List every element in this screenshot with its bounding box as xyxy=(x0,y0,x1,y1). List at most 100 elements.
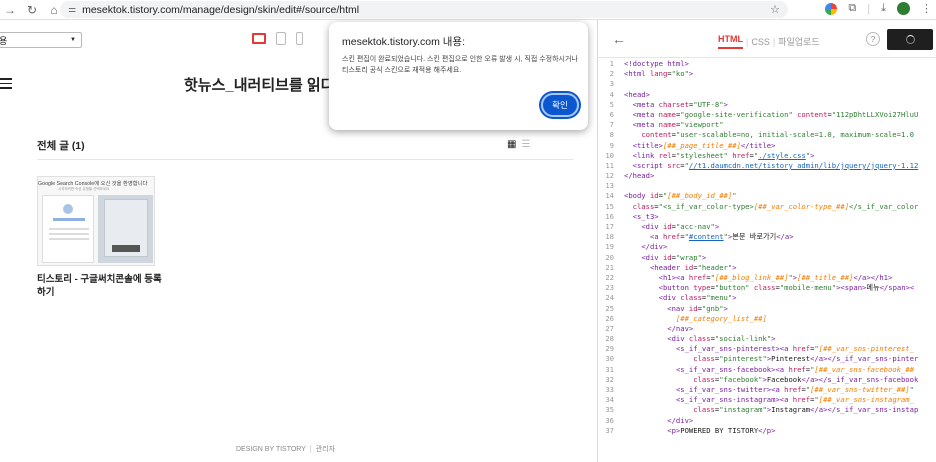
blog-footer: DESIGN BY TISTORY | 관리자 xyxy=(236,446,336,453)
line-number: 14 xyxy=(605,191,614,201)
code-line[interactable]: 17 <div id="acc-nav"> xyxy=(598,222,936,232)
code-line[interactable]: 2 <html lang="ko"> xyxy=(598,69,936,79)
code-text: content="user-scalable=no, initial-scale… xyxy=(641,130,914,140)
editor-toolbar: ← HTML | CSS | 파일업로드 ? xyxy=(598,20,936,58)
download-icon[interactable]: ⤓ xyxy=(881,2,886,15)
code-line[interactable]: 7 <meta name="viewport" xyxy=(598,120,936,130)
list-view-icon[interactable]: ☰ xyxy=(521,139,530,150)
code-line[interactable]: 10 <link rel="stylesheet" href="./style.… xyxy=(598,151,936,161)
tab-separator: | xyxy=(772,36,776,47)
back-arrow-icon[interactable]: ← xyxy=(612,31,626,47)
code-line[interactable]: 15 class="<s_if_var_color-type>[##_var_c… xyxy=(598,202,936,212)
post-title-link[interactable]: 티스토리 - 구글써치콘솔에 등록하기 xyxy=(37,273,165,299)
code-line[interactable]: 23 <button type="button" class="mobile-m… xyxy=(598,283,936,293)
help-button[interactable]: ? xyxy=(866,32,880,46)
code-line[interactable]: 36 </div> xyxy=(598,416,936,426)
footer-admin-link[interactable]: 관리자 xyxy=(316,446,335,453)
code-text: class="facebook">Facebook</a></s_if_var_… xyxy=(693,374,919,384)
code-text: <button type="button" class="mobile-menu… xyxy=(658,283,915,293)
divider xyxy=(37,159,573,160)
url-text: mesektok.tistory.com/manage/design/skin/… xyxy=(82,3,360,16)
code-text: <title>[##_page_title_##]</title> xyxy=(632,140,776,150)
code-line[interactable]: 5 <meta charset="UTF-8"> xyxy=(598,100,936,110)
code-text: <body id="[##_body_id_##]" xyxy=(624,191,737,201)
line-number: 4 xyxy=(609,89,614,99)
code-line[interactable]: 3 xyxy=(598,79,936,89)
code-text: <meta name="viewport" xyxy=(632,120,724,130)
code-text: <script src="//t1.daumcdn.net/tistory_ad… xyxy=(632,160,919,170)
code-text: class="<s_if_var_color-type>[##_var_colo… xyxy=(632,201,919,211)
code-text: <s_if_var_sns-instagram><a href="[##_var… xyxy=(675,395,914,405)
forward-icon[interactable]: → xyxy=(2,3,18,17)
site-info-icon[interactable]: ⚌ xyxy=(68,4,76,15)
code-text: </div> xyxy=(641,242,668,252)
tab-separator: | xyxy=(746,36,749,47)
line-number: 5 xyxy=(609,99,614,109)
code-line[interactable]: 14 <body id="[##_body_id_##]" xyxy=(598,191,936,201)
grid-view-icon[interactable]: ▦ xyxy=(507,139,516,150)
preview-select[interactable]: 용 ▼ xyxy=(0,32,82,48)
code-line[interactable]: 25 <nav id="gnb"> xyxy=(598,304,936,314)
tab-css[interactable]: CSS xyxy=(751,37,770,47)
profile-avatar[interactable] xyxy=(897,2,910,15)
line-number: 19 xyxy=(605,242,614,252)
apply-button[interactable] xyxy=(887,29,933,50)
code-line[interactable]: 28 <div class="social-link"> xyxy=(598,334,936,344)
chrome-extension-icon[interactable] xyxy=(825,2,838,15)
code-line[interactable]: 6 <meta name="google-site-verification" … xyxy=(598,110,936,120)
code-text: <div class="social-link"> xyxy=(667,334,776,344)
extensions-puzzle-icon[interactable]: ⧉ xyxy=(848,2,856,15)
mobile-view-icon[interactable] xyxy=(296,32,303,45)
post-thumbnail[interactable]: Google Search Console에 오신 것을 환영합니다 시작하려면… xyxy=(37,176,155,266)
code-text: <div id="acc-nav"> xyxy=(641,222,720,231)
code-line[interactable]: 30 class="pinterest">Pinterest</a></s_if… xyxy=(598,354,936,364)
code-line[interactable]: 27 </nav> xyxy=(598,324,936,334)
thumbnail-caption: Google Search Console에 오신 것을 환영합니다 xyxy=(38,181,148,187)
code-line[interactable]: 24 <div class="menu"> xyxy=(598,293,936,303)
code-line[interactable]: 26 [##_category_list_##] xyxy=(598,314,936,324)
line-number: 9 xyxy=(609,140,614,150)
tablet-view-icon[interactable] xyxy=(276,32,286,45)
code-line[interactable]: 18 <a href="#content">본문 바로가기</a> xyxy=(598,232,936,242)
line-number: 32 xyxy=(605,374,614,384)
code-line[interactable]: 20 <div id="wrap"> xyxy=(598,253,936,263)
code-line[interactable]: 4 <head> xyxy=(598,90,936,100)
code-line[interactable]: 11 <script src="//t1.daumcdn.net/tistory… xyxy=(598,161,936,171)
thumbnail-right-card xyxy=(98,195,153,263)
line-number: 7 xyxy=(609,120,614,130)
code-line[interactable]: 35 class="instagram">Instagram</a></s_if… xyxy=(598,405,936,415)
code-line[interactable]: 16 <s_t3> xyxy=(598,212,936,222)
code-editor-pane: ← HTML | CSS | 파일업로드 ? 1 <!doctype html> 2… xyxy=(597,20,936,462)
code-line[interactable]: 22 <h1><a href="[##_blog_link_##]">[##_t… xyxy=(598,273,936,283)
browser-toolbar: → ↻ ⌂ ⚌ mesektok.tistory.com/manage/desi… xyxy=(0,0,936,20)
code-line[interactable]: 37 <p>POWERED BY TISTORY</p> xyxy=(598,426,936,436)
code-line[interactable]: 1 <!doctype html> xyxy=(598,59,936,69)
code-line[interactable]: 33 <s_if_var_sns-twitter><a href="[##_va… xyxy=(598,385,936,395)
tab-file-upload[interactable]: 파일업로드 xyxy=(778,35,819,48)
reload-icon[interactable]: ↻ xyxy=(24,3,40,17)
code-text: <!doctype html> xyxy=(624,59,689,68)
code-line[interactable]: 8 content="user-scalable=no, initial-sca… xyxy=(598,130,936,140)
bookmark-star-icon[interactable]: ☆ xyxy=(770,3,780,16)
code-area[interactable]: 1 <!doctype html> 2 <html lang="ko"> 3 4 <head… xyxy=(598,59,936,462)
code-line[interactable]: 21 <header id="header"> xyxy=(598,263,936,273)
code-text: </head> xyxy=(624,171,655,181)
menu-icon[interactable] xyxy=(0,78,12,92)
code-line[interactable]: 13 xyxy=(598,181,936,191)
divider: | xyxy=(867,2,871,15)
code-line[interactable]: 19 </div> xyxy=(598,242,936,252)
code-line[interactable]: 29 <s_if_var_sns-pinterest><a href="[##_… xyxy=(598,344,936,354)
address-bar[interactable]: ⚌ mesektok.tistory.com/manage/design/ski… xyxy=(60,1,788,18)
code-line[interactable]: 31 <s_if_var_sns-facebook><a href="[##_v… xyxy=(598,365,936,375)
code-line[interactable]: 9 <title>[##_page_title_##]</title> xyxy=(598,141,936,151)
line-number: 21 xyxy=(605,262,614,272)
tab-html[interactable]: HTML xyxy=(718,34,743,49)
code-line[interactable]: 32 class="facebook">Facebook</a></s_if_v… xyxy=(598,375,936,385)
desktop-view-icon[interactable] xyxy=(252,33,266,44)
chevron-down-icon: ▼ xyxy=(70,37,76,43)
line-number: 26 xyxy=(605,313,614,323)
confirm-button[interactable]: 확인 xyxy=(541,93,579,117)
code-line[interactable]: 12 </head> xyxy=(598,171,936,181)
code-line[interactable]: 34 <s_if_var_sns-instagram><a href="[##_… xyxy=(598,395,936,405)
more-menu-icon[interactable]: ⋮ xyxy=(921,2,932,15)
